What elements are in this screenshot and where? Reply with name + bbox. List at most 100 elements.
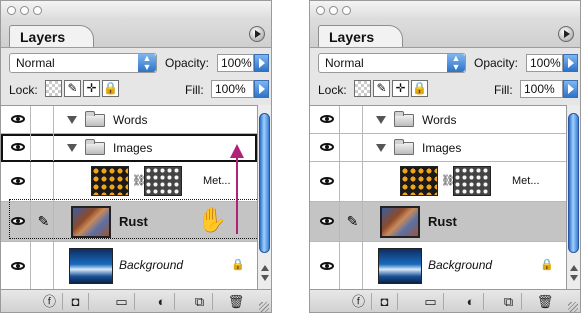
- folder-icon: [394, 111, 414, 127]
- trash-icon: 🗑: [536, 294, 554, 309]
- lock-position-button[interactable]: ✛: [392, 80, 409, 97]
- blend-mode-select[interactable]: Normal ▲ ▼: [9, 53, 157, 73]
- fill-label: Fill:: [185, 83, 204, 97]
- tab-layers[interactable]: Layers: [318, 25, 404, 47]
- layer-style-button[interactable]: ⓕ: [37, 293, 63, 310]
- tab-row: Layers: [310, 21, 580, 48]
- visibility-toggle[interactable]: [314, 162, 340, 201]
- lock-transparent-pixels-button[interactable]: [354, 80, 371, 97]
- eye-icon: [319, 177, 334, 185]
- trash-icon: 🗑: [227, 294, 245, 309]
- layers-panel-after: Layers Normal ▲ ▼ Opacity: 100% Lock: ✎ ✛…: [309, 0, 581, 313]
- opacity-slider-button[interactable]: [563, 54, 578, 72]
- minimize-window-button[interactable]: [329, 6, 338, 15]
- scroll-down-arrow[interactable]: [570, 275, 578, 281]
- visibility-toggle[interactable]: [314, 242, 340, 290]
- new-group-button[interactable]: ▭: [418, 293, 444, 310]
- zoom-window-button[interactable]: [342, 6, 351, 15]
- visibility-toggle[interactable]: [314, 202, 340, 241]
- palette-title-bar[interactable]: [1, 1, 271, 22]
- layer-name: Words: [422, 113, 457, 127]
- zoom-window-button[interactable]: [33, 6, 42, 15]
- link-cell[interactable]: [343, 162, 363, 201]
- lock-icon: 🔒: [540, 259, 554, 271]
- link-cell[interactable]: [343, 242, 363, 290]
- mask-icon: ◘: [380, 294, 389, 309]
- layer-row-background[interactable]: Background 🔒: [310, 242, 566, 290]
- layer-style-icon: ⓕ: [351, 294, 365, 309]
- visibility-toggle[interactable]: [314, 106, 340, 133]
- lock-all-button[interactable]: 🔒: [411, 80, 428, 97]
- link-cell[interactable]: [343, 106, 363, 133]
- opacity-input[interactable]: 100%: [217, 54, 254, 72]
- fill-label: Fill:: [494, 83, 513, 97]
- lock-position-button[interactable]: ✛: [83, 80, 100, 97]
- layer-row-rust[interactable]: ✎ Rust: [310, 202, 566, 242]
- blend-mode-select[interactable]: Normal ▲ ▼: [318, 53, 466, 73]
- layer-row-images[interactable]: Images: [310, 134, 566, 162]
- mask-icon: ◘: [71, 294, 80, 309]
- scrollbar-thumb[interactable]: [568, 113, 579, 253]
- layer-name: Images: [422, 141, 462, 155]
- delete-layer-button[interactable]: 🗑: [532, 293, 558, 310]
- drag-arrow-head: [230, 144, 244, 158]
- scrollbar-thumb[interactable]: [259, 113, 270, 253]
- add-mask-button[interactable]: ◘: [372, 293, 398, 310]
- opacity-input[interactable]: 100%: [526, 54, 563, 72]
- layers-list: Words Images ⛓ Met... ✎ Rust Background …: [310, 105, 566, 290]
- adjustment-layer-button[interactable]: ◐: [149, 293, 175, 310]
- scroll-up-arrow[interactable]: [570, 265, 578, 271]
- tab-layers[interactable]: Layers: [9, 25, 95, 47]
- select-arrows-icon: ▲ ▼: [447, 54, 465, 72]
- layer-style-button[interactable]: ⓕ: [346, 293, 372, 310]
- lock-image-pixels-button[interactable]: ✎: [373, 80, 390, 97]
- visibility-toggle[interactable]: [314, 134, 340, 161]
- add-mask-button[interactable]: ◘: [63, 293, 89, 310]
- scroll-up-arrow[interactable]: [261, 265, 269, 271]
- disclosure-triangle-icon[interactable]: [376, 144, 386, 152]
- close-window-button[interactable]: [7, 6, 16, 15]
- palette-title-bar[interactable]: [310, 1, 580, 22]
- layers-scrollbar[interactable]: [257, 105, 271, 289]
- close-window-button[interactable]: [316, 6, 325, 15]
- layer-row-words[interactable]: Words: [310, 106, 566, 134]
- opacity-slider-button[interactable]: [254, 54, 269, 72]
- lock-image-pixels-button[interactable]: ✎: [64, 80, 81, 97]
- minimize-window-button[interactable]: [20, 6, 29, 15]
- layers-bottom-toolbar: ⓕ ◘ ▭ ◐ ⧉ 🗑: [310, 289, 580, 312]
- layer-row-metal[interactable]: ⛓ Met...: [310, 162, 566, 202]
- adjustment-layer-button[interactable]: ◐: [458, 293, 484, 310]
- disclosure-triangle-icon[interactable]: [376, 116, 386, 124]
- lock-label: Lock:: [318, 83, 347, 97]
- new-group-icon: ▭: [115, 294, 128, 309]
- link-cell[interactable]: ✎: [343, 202, 363, 241]
- eye-icon: [319, 262, 334, 270]
- resize-grip[interactable]: [568, 302, 578, 312]
- fill-input[interactable]: 100%: [211, 80, 254, 98]
- scroll-down-arrow[interactable]: [261, 275, 269, 281]
- fill-slider-button[interactable]: [254, 80, 269, 98]
- layers-list: Words Images ⛓ Met... ✎ Rust Background …: [1, 105, 257, 290]
- layer-thumbnail: [378, 248, 422, 284]
- lock-transparent-pixels-button[interactable]: [45, 80, 62, 97]
- fill-input[interactable]: 100%: [520, 80, 563, 98]
- lock-icon: 🔒: [412, 81, 427, 95]
- layers-panel-before: Layers Normal ▲ ▼ Opacity: 100% Lock: ✎ ✛…: [0, 0, 272, 313]
- eye-icon: [319, 115, 334, 123]
- layers-scrollbar[interactable]: [566, 105, 580, 289]
- eye-icon: [319, 143, 334, 151]
- palette-menu-button[interactable]: [558, 26, 574, 42]
- adjustment-layer-icon: ◐: [157, 294, 166, 309]
- new-group-icon: ▭: [424, 294, 437, 309]
- palette-menu-button[interactable]: [249, 26, 265, 42]
- delete-layer-button[interactable]: 🗑: [223, 293, 249, 310]
- new-layer-button[interactable]: ⧉: [496, 293, 522, 310]
- new-group-button[interactable]: ▭: [109, 293, 135, 310]
- new-layer-button[interactable]: ⧉: [187, 293, 213, 310]
- fill-slider-button[interactable]: [563, 80, 578, 98]
- layer-style-icon: ⓕ: [42, 294, 56, 309]
- layers-bottom-toolbar: ⓕ ◘ ▭ ◐ ⧉ 🗑: [1, 289, 271, 312]
- lock-all-button[interactable]: 🔒: [102, 80, 119, 97]
- link-cell[interactable]: [343, 134, 363, 161]
- resize-grip[interactable]: [259, 302, 269, 312]
